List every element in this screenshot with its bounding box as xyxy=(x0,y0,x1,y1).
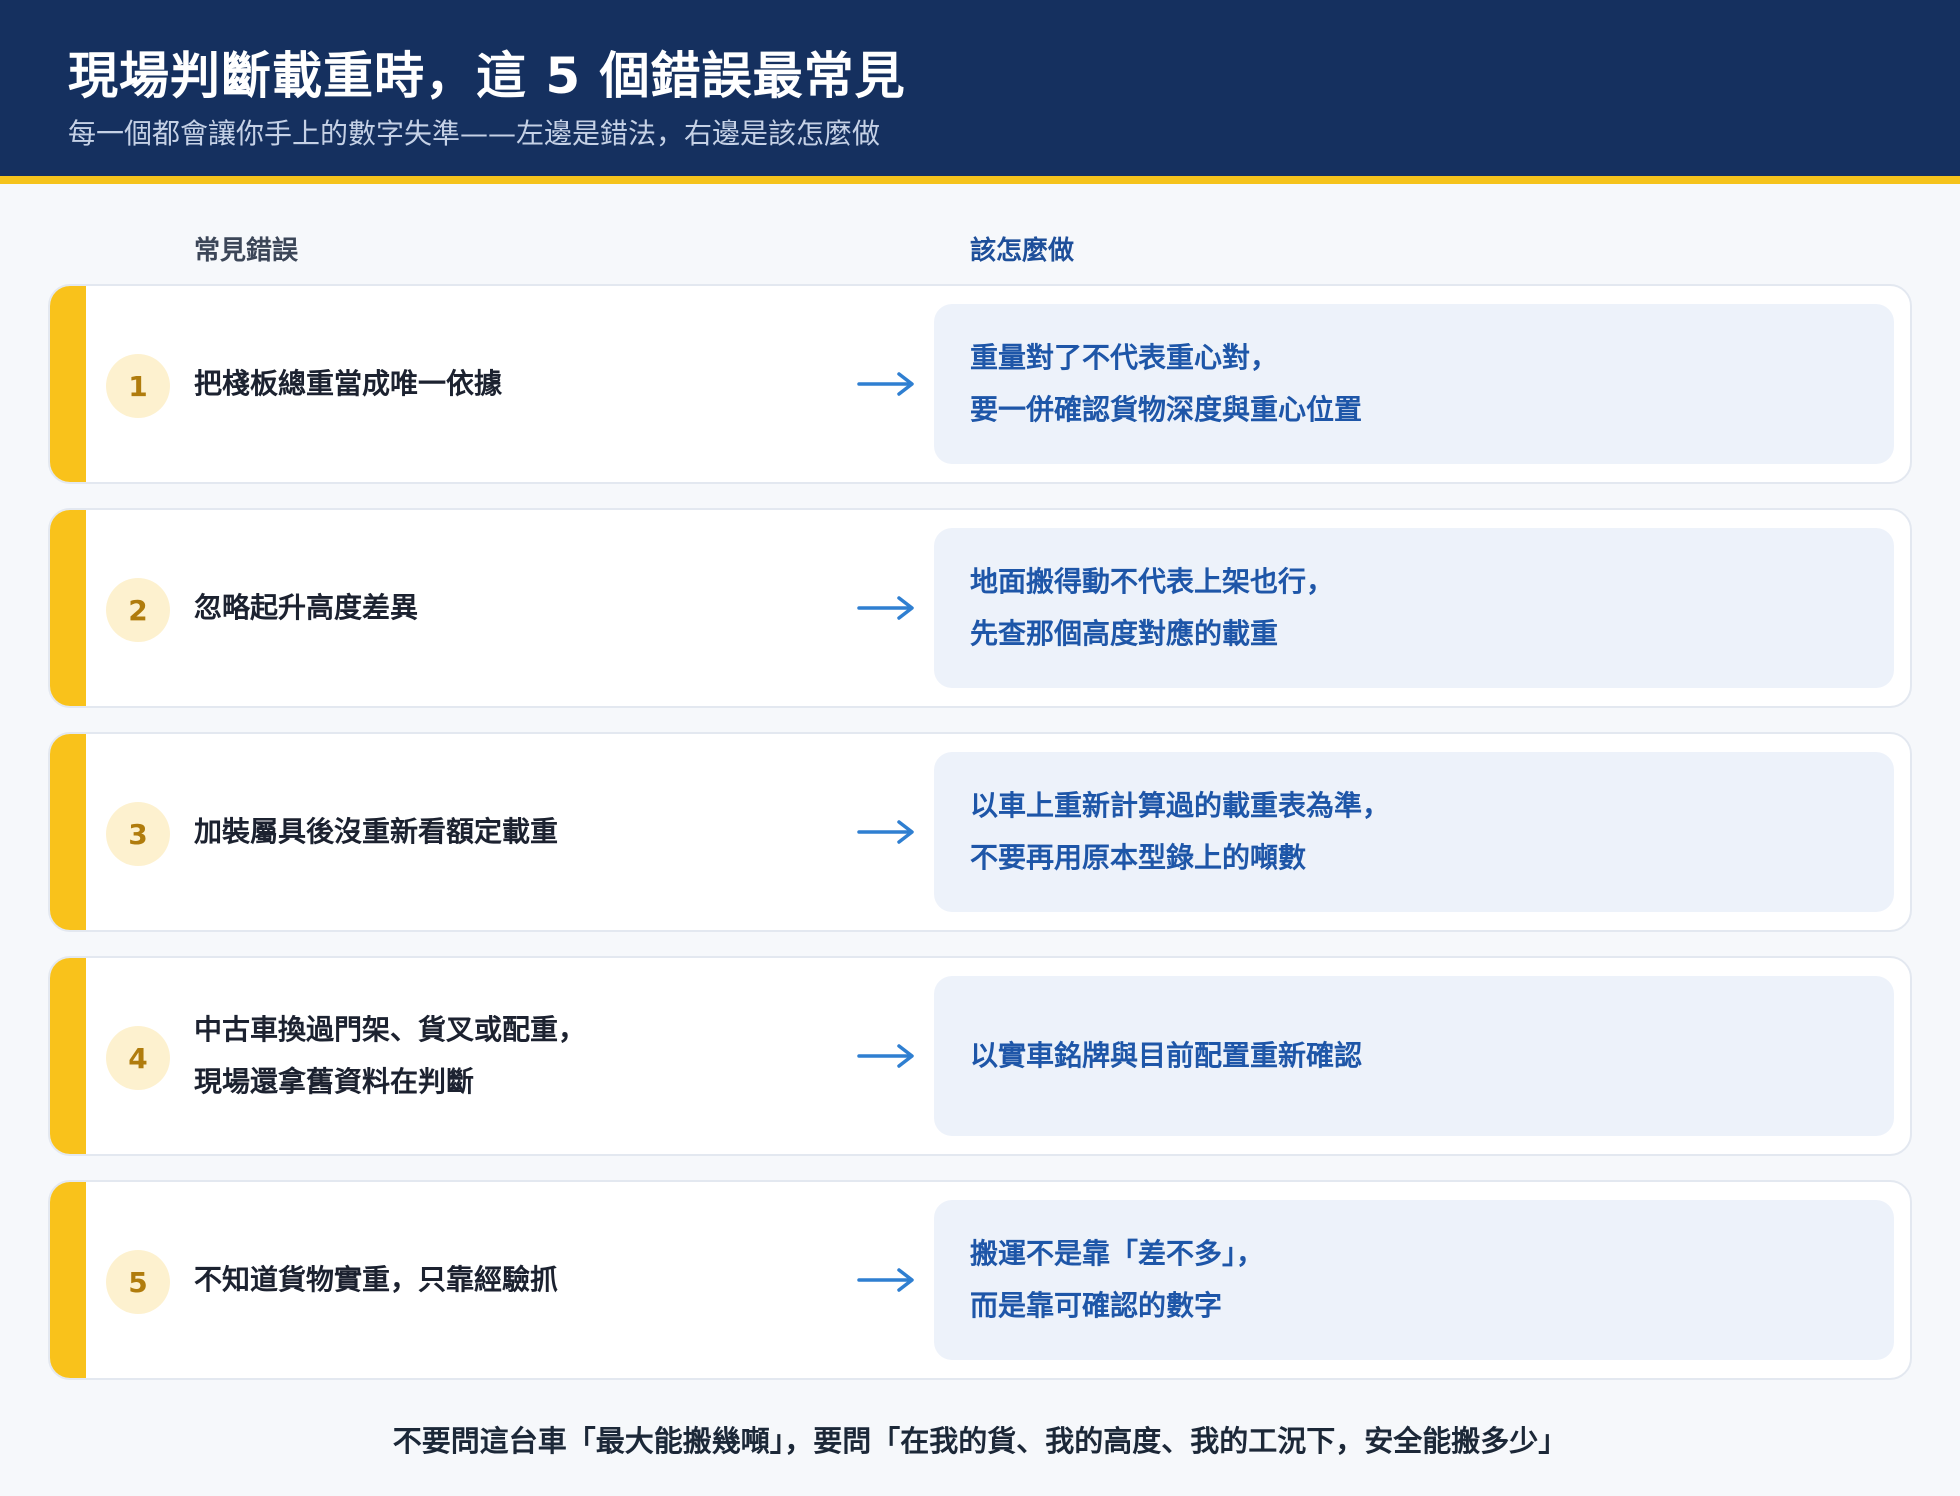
mistake-row: 3 加裝屬具後沒重新看額定載重 以車上重新計算過的載重表為準， 不要再用原本型錄上的噸… xyxy=(48,732,1912,932)
footer-note: 不要問這台車「最大能搬幾噸」，要問「在我的貨、我的高度、我的工況下，安全能搬多少… xyxy=(392,1424,1568,1458)
row-number-badge: 4 xyxy=(106,1026,170,1090)
arrow-right-icon xyxy=(856,286,916,482)
row-accent-bar xyxy=(50,510,86,706)
mistake-line: 加裝屬具後沒重新看額定載重 xyxy=(194,815,559,848)
fix-line: 地面搬得動不代表上架也行， xyxy=(970,565,1335,598)
mistake-text: 加裝屬具後沒重新看額定載重 xyxy=(194,734,754,930)
row-number-badge: 5 xyxy=(106,1250,170,1314)
mistake-row: 1 把棧板總重當成唯一依據 重量對了不代表重心對， 要一併確認貨物深度與重心位置 xyxy=(48,284,1912,484)
column-header-fixes: 該怎麼做 xyxy=(970,236,1075,266)
fix-box: 搬運不是靠「差不多」， 而是靠可確認的數字 xyxy=(934,1200,1894,1360)
row-number-badge: 3 xyxy=(106,802,170,866)
page-title: 現場判斷載重時，這 5 個錯誤最常見 xyxy=(68,47,906,105)
fix-box: 以車上重新計算過的載重表為準， 不要再用原本型錄上的噸數 xyxy=(934,752,1894,912)
mistake-line: 中古車換過門架、貨叉或配重， xyxy=(194,1013,587,1046)
mistake-row: 5 不知道貨物實重，只靠經驗抓 搬運不是靠「差不多」， 而是靠可確認的數字 xyxy=(48,1180,1912,1380)
fix-line: 不要再用原本型錄上的噸數 xyxy=(970,841,1307,874)
fix-line: 先查那個高度對應的載重 xyxy=(970,617,1279,650)
row-accent-bar xyxy=(50,286,86,482)
mistake-line: 把棧板總重當成唯一依據 xyxy=(194,367,503,400)
mistake-row: 2 忽略起升高度差異 地面搬得動不代表上架也行， 先查那個高度對應的載重 xyxy=(48,508,1912,708)
fix-box: 重量對了不代表重心對， 要一併確認貨物深度與重心位置 xyxy=(934,304,1894,464)
mistake-text: 忽略起升高度差異 xyxy=(194,510,754,706)
mistake-text: 不知道貨物實重，只靠經驗抓 xyxy=(194,1182,754,1378)
mistake-line: 忽略起升高度差異 xyxy=(194,591,419,624)
fix-line: 而是靠可確認的數字 xyxy=(970,1289,1223,1322)
fix-line: 以車上重新計算過的載重表為準， xyxy=(970,789,1391,822)
mistake-line: 現場還拿舊資料在判斷 xyxy=(194,1065,475,1098)
mistake-row: 4 中古車換過門架、貨叉或配重， 現場還拿舊資料在判斷 以實車銘牌與目前配置重新確認 xyxy=(48,956,1912,1156)
arrow-right-icon xyxy=(856,1182,916,1378)
row-accent-bar xyxy=(50,734,86,930)
page-subtitle: 每一個都會讓你手上的數字失準——左邊是錯法，右邊是該怎麼做 xyxy=(68,117,881,150)
arrow-right-icon xyxy=(856,734,916,930)
mistake-text: 中古車換過門架、貨叉或配重， 現場還拿舊資料在判斷 xyxy=(194,958,754,1154)
header-accent-stripe xyxy=(0,176,1960,184)
fix-box: 地面搬得動不代表上架也行， 先查那個高度對應的載重 xyxy=(934,528,1894,688)
row-accent-bar xyxy=(50,1182,86,1378)
header-banner: 現場判斷載重時，這 5 個錯誤最常見 每一個都會讓你手上的數字失準——左邊是錯法… xyxy=(0,0,1960,176)
fix-line: 要一併確認貨物深度與重心位置 xyxy=(970,393,1363,426)
fix-line: 以實車銘牌與目前配置重新確認 xyxy=(970,1039,1363,1072)
fix-box: 以實車銘牌與目前配置重新確認 xyxy=(934,976,1894,1136)
row-accent-bar xyxy=(50,958,86,1154)
mistake-text: 把棧板總重當成唯一依據 xyxy=(194,286,754,482)
column-header-mistakes: 常見錯誤 xyxy=(194,236,299,266)
row-number-badge: 2 xyxy=(106,578,170,642)
arrow-right-icon xyxy=(856,510,916,706)
mistake-line: 不知道貨物實重，只靠經驗抓 xyxy=(194,1263,559,1296)
fix-line: 重量對了不代表重心對， xyxy=(970,341,1279,374)
arrow-right-icon xyxy=(856,958,916,1154)
fix-line: 搬運不是靠「差不多」， xyxy=(970,1237,1265,1270)
row-number-badge: 1 xyxy=(106,354,170,418)
